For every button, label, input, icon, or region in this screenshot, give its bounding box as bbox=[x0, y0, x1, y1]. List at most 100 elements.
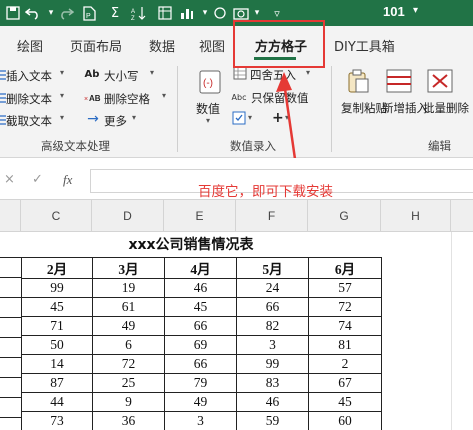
table-cell[interactable]: 72 bbox=[92, 354, 165, 374]
filter-icon[interactable] bbox=[156, 4, 174, 22]
table-cell[interactable]: 61 bbox=[92, 297, 165, 317]
table-cell[interactable]: 74 bbox=[308, 316, 382, 336]
table-cell[interactable]: 69 bbox=[164, 335, 237, 355]
table-cell[interactable]: 36 bbox=[92, 411, 165, 430]
column-header-c[interactable]: C bbox=[21, 200, 92, 232]
table-cell[interactable]: 66 bbox=[164, 354, 237, 374]
numeric-dropdown-icon[interactable]: ▾ bbox=[206, 116, 210, 125]
tab-page-layout[interactable]: 页面布局 bbox=[70, 36, 122, 55]
table-cell[interactable]: 6 bbox=[92, 335, 165, 355]
insert-text-button[interactable]: 插入文本 bbox=[6, 68, 52, 84]
copy-paste-label[interactable]: 复制粘贴 bbox=[341, 100, 387, 116]
group-label-edit: 编辑 bbox=[428, 139, 451, 153]
svg-text:(-): (-) bbox=[203, 78, 213, 89]
border-stub bbox=[0, 357, 21, 358]
table-cell[interactable]: 44 bbox=[21, 392, 93, 412]
column-header-h[interactable]: H bbox=[381, 200, 451, 232]
header-cell[interactable]: 5月 bbox=[236, 257, 309, 279]
table-cell[interactable]: 71 bbox=[21, 316, 93, 336]
batch-delete-label[interactable]: 批量删除 bbox=[423, 100, 469, 116]
header-cell[interactable]: 2月 bbox=[21, 257, 93, 279]
table-cell[interactable]: 19 bbox=[92, 278, 165, 298]
svg-text:AB: AB bbox=[89, 94, 101, 103]
group-separator bbox=[177, 66, 178, 152]
extract-text-dropdown-icon[interactable]: ▾ bbox=[60, 113, 64, 122]
delete-space-dropdown-icon[interactable]: ▾ bbox=[162, 91, 166, 100]
keep-value-icon: Abc bbox=[231, 92, 247, 102]
table-cell[interactable]: 45 bbox=[164, 297, 237, 317]
table-cell[interactable]: 24 bbox=[236, 278, 309, 298]
case-button[interactable]: 大小写 bbox=[104, 68, 139, 84]
column-header-i-partial[interactable] bbox=[451, 200, 473, 232]
more-dropdown-icon[interactable]: ▾ bbox=[132, 113, 136, 122]
border-stub bbox=[0, 257, 21, 258]
column-header-d[interactable]: D bbox=[92, 200, 164, 232]
table-cell[interactable]: 87 bbox=[21, 373, 93, 393]
insert-rows-label[interactable]: 新增插入 bbox=[382, 100, 428, 116]
table-cell[interactable]: 46 bbox=[236, 392, 309, 412]
table-cell[interactable]: 46 bbox=[164, 278, 237, 298]
table-cell[interactable]: 79 bbox=[164, 373, 237, 393]
table-cell[interactable]: 3 bbox=[164, 411, 237, 430]
sort-icon[interactable]: AZ bbox=[130, 4, 148, 22]
tab-draw[interactable]: 绘图 bbox=[17, 36, 43, 55]
save-icon[interactable] bbox=[4, 4, 22, 22]
tab-diy-toolbox[interactable]: DIY工具箱 bbox=[334, 36, 395, 55]
extract-text-button[interactable]: 截取文本 bbox=[6, 113, 52, 129]
header-cell[interactable]: 4月 bbox=[164, 257, 237, 279]
column-header-g[interactable]: G bbox=[308, 200, 381, 232]
delete-text-button[interactable]: 删除文本 bbox=[6, 91, 52, 107]
table-cell[interactable]: 9 bbox=[92, 392, 165, 412]
table-cell[interactable]: 99 bbox=[21, 278, 93, 298]
header-cell[interactable]: 3月 bbox=[92, 257, 165, 279]
table-cell[interactable]: 99 bbox=[236, 354, 309, 374]
confirm-icon[interactable]: ✓ bbox=[32, 172, 43, 187]
header-cell[interactable]: 6月 bbox=[308, 257, 382, 279]
table-cell[interactable]: 25 bbox=[92, 373, 165, 393]
delete-text-dropdown-icon[interactable]: ▾ bbox=[60, 91, 64, 100]
file-name-dropdown-icon[interactable]: ▾ bbox=[413, 5, 418, 16]
insert-text-dropdown-icon[interactable]: ▾ bbox=[60, 68, 64, 77]
table-cell[interactable]: 72 bbox=[308, 297, 382, 317]
table-cell[interactable]: 83 bbox=[236, 373, 309, 393]
column-header-partial[interactable] bbox=[0, 200, 21, 232]
table-cell[interactable]: 81 bbox=[308, 335, 382, 355]
insert-function-icon[interactable]: fx bbox=[63, 172, 72, 188]
svg-text:A: A bbox=[131, 9, 135, 15]
file-icon[interactable]: P bbox=[80, 4, 98, 22]
circle-icon[interactable] bbox=[211, 4, 229, 22]
table-cell[interactable]: 60 bbox=[308, 411, 382, 430]
format-dropdown-icon[interactable]: ▾ bbox=[248, 113, 252, 122]
column-header-e[interactable]: E bbox=[164, 200, 236, 232]
border-stub bbox=[0, 417, 21, 418]
undo-icon[interactable] bbox=[24, 4, 42, 22]
table-cell[interactable]: 2 bbox=[308, 354, 382, 374]
delete-space-button[interactable]: 删除空格 bbox=[104, 91, 150, 107]
table-cell[interactable]: 50 bbox=[21, 335, 93, 355]
table-cell[interactable]: 45 bbox=[21, 297, 93, 317]
case-dropdown-icon[interactable]: ▾ bbox=[150, 68, 154, 77]
table-cell[interactable]: 73 bbox=[21, 411, 93, 430]
column-header-f[interactable]: F bbox=[236, 200, 308, 232]
table-cell[interactable]: 82 bbox=[236, 316, 309, 336]
table-cell[interactable]: 49 bbox=[92, 316, 165, 336]
more-button[interactable]: 更多 bbox=[104, 113, 127, 129]
table-cell[interactable]: 49 bbox=[164, 392, 237, 412]
table-cell[interactable]: 57 bbox=[308, 278, 382, 298]
sheet-title[interactable]: xxx公司销售情况表 bbox=[0, 232, 382, 256]
chart-icon[interactable] bbox=[178, 4, 196, 22]
numeric-button[interactable]: 数值 bbox=[196, 100, 220, 117]
table-cell[interactable]: 67 bbox=[308, 373, 382, 393]
autosum-icon[interactable]: Σ bbox=[106, 4, 124, 22]
table-cell[interactable]: 45 bbox=[308, 392, 382, 412]
redo-icon[interactable] bbox=[57, 4, 75, 22]
table-cell[interactable]: 3 bbox=[236, 335, 309, 355]
format-icon[interactable] bbox=[232, 111, 246, 125]
table-cell[interactable]: 14 bbox=[21, 354, 93, 374]
table-cell[interactable]: 66 bbox=[236, 297, 309, 317]
table-cell[interactable]: 66 bbox=[164, 316, 237, 336]
table-cell[interactable]: 59 bbox=[236, 411, 309, 430]
cancel-icon[interactable]: × bbox=[4, 172, 15, 187]
tab-data[interactable]: 数据 bbox=[149, 36, 175, 55]
tab-view[interactable]: 视图 bbox=[199, 36, 225, 55]
